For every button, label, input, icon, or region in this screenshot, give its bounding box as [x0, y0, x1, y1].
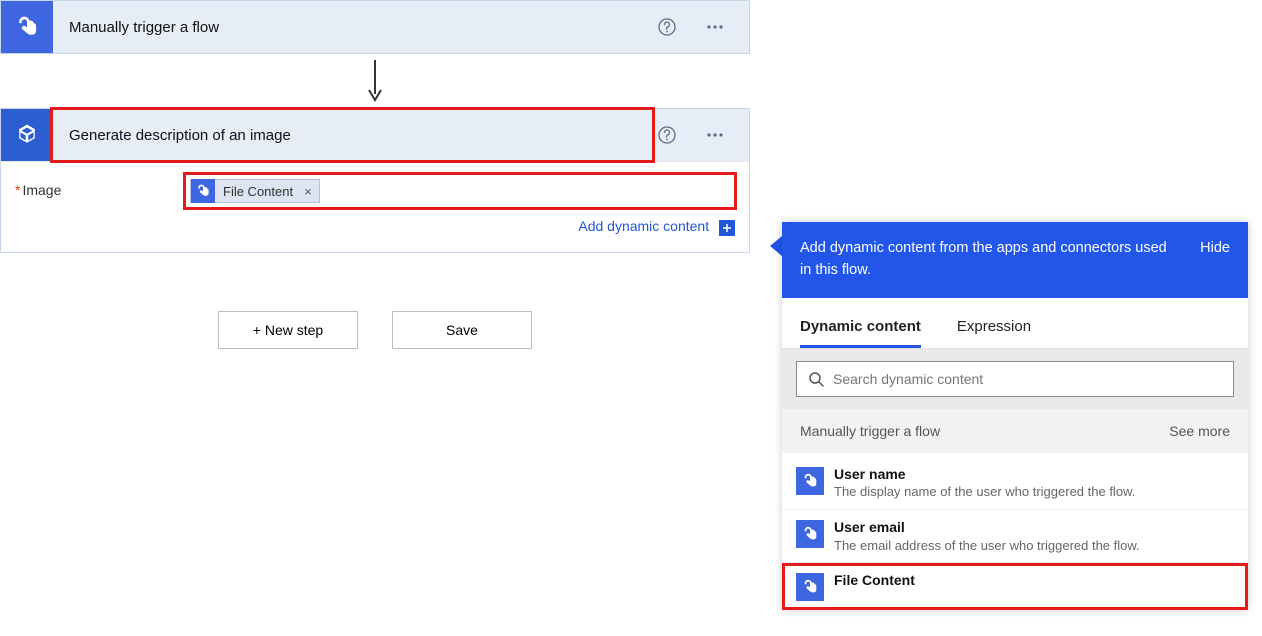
- tap-icon: [191, 179, 215, 203]
- tab-expression[interactable]: Expression: [957, 306, 1031, 348]
- save-button[interactable]: Save: [392, 311, 532, 349]
- dyn-item-user-email[interactable]: User email The email address of the user…: [782, 510, 1248, 563]
- tap-icon: [796, 467, 824, 495]
- help-icon[interactable]: [653, 13, 681, 41]
- help-icon[interactable]: [653, 121, 681, 149]
- dynamic-content-panel: Add dynamic content from the apps and co…: [782, 222, 1248, 610]
- token-label: File Content: [215, 184, 301, 199]
- connector-arrow-icon: [0, 54, 750, 108]
- dyn-item-user-name[interactable]: User name The display name of the user w…: [782, 457, 1248, 510]
- file-content-token[interactable]: File Content ×: [190, 179, 320, 203]
- panel-pointer-icon: [770, 236, 782, 256]
- tap-icon: [796, 573, 824, 601]
- token-remove-button[interactable]: ×: [301, 184, 319, 199]
- search-icon: [807, 370, 825, 388]
- add-dynamic-icon[interactable]: [719, 220, 735, 236]
- trigger-title: Manually trigger a flow: [53, 19, 653, 36]
- tap-icon: [1, 1, 53, 53]
- more-menu-button[interactable]: [701, 13, 729, 41]
- dyn-item-title: File Content: [834, 571, 1234, 590]
- search-input[interactable]: [833, 371, 1223, 387]
- action-card[interactable]: Generate description of an image *Image: [0, 108, 750, 253]
- panel-header-text: Add dynamic content from the apps and co…: [800, 238, 1170, 282]
- add-dynamic-content-link[interactable]: Add dynamic content: [578, 218, 709, 234]
- see-more-button[interactable]: See more: [1169, 423, 1230, 439]
- trigger-card[interactable]: Manually trigger a flow: [0, 0, 750, 54]
- more-menu-button[interactable]: [701, 121, 729, 149]
- hide-panel-button[interactable]: Hide: [1188, 238, 1230, 260]
- dyn-item-title: User name: [834, 465, 1234, 484]
- dyn-item-file-content[interactable]: File Content: [782, 563, 1248, 610]
- dyn-item-title: User email: [834, 518, 1234, 537]
- image-param-input[interactable]: File Content ×: [185, 174, 735, 208]
- tab-dynamic-content[interactable]: Dynamic content: [800, 306, 921, 348]
- dyn-item-desc: The display name of the user who trigger…: [834, 483, 1234, 501]
- group-title: Manually trigger a flow: [800, 423, 940, 439]
- tap-icon: [796, 520, 824, 548]
- image-param-label: *Image: [15, 174, 185, 198]
- dyn-item-desc: The email address of the user who trigge…: [834, 537, 1234, 555]
- search-input-wrapper[interactable]: [796, 361, 1234, 397]
- action-title: Generate description of an image: [52, 109, 653, 161]
- prompt-icon: [1, 109, 53, 161]
- new-step-button[interactable]: + New step: [218, 311, 358, 349]
